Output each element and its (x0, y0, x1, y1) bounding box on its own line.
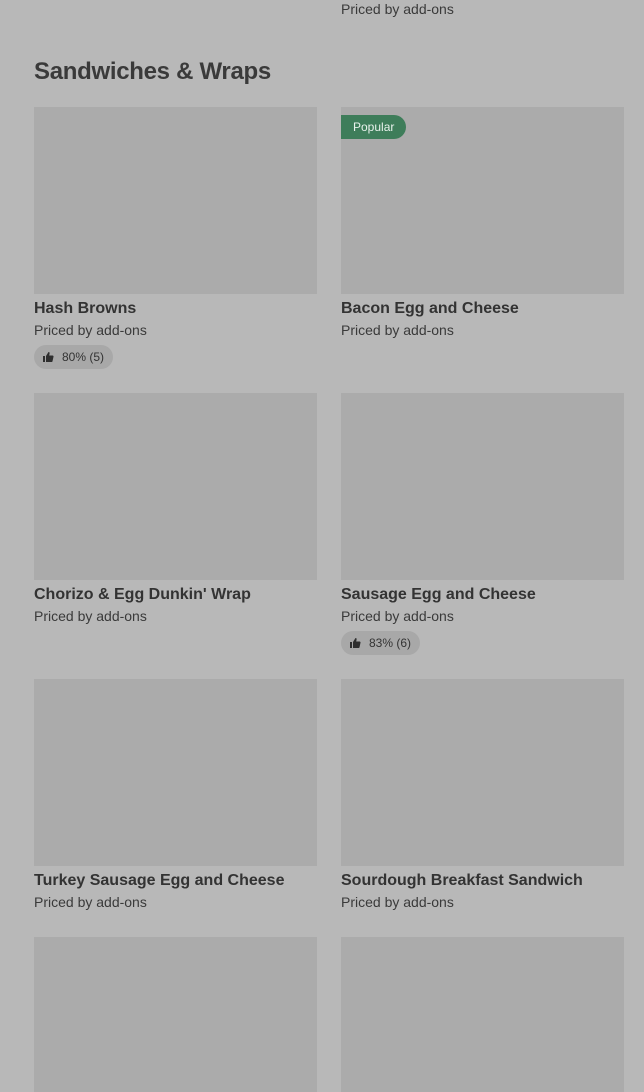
item-name[interactable]: Sourdough Breakfast Sandwich (341, 871, 624, 891)
item-image[interactable] (34, 937, 317, 1092)
menu-item-card[interactable]: Sausage Egg and Cheese Priced by add-ons… (341, 393, 624, 655)
item-image[interactable] (341, 937, 624, 1092)
item-price: Priced by add-ons (341, 894, 454, 910)
item-image[interactable] (34, 679, 317, 866)
menu-item-card[interactable]: Hash Browns Priced by add-ons 80% (5) (34, 107, 317, 369)
item-price: Priced by add-ons (34, 894, 147, 910)
item-image[interactable] (34, 393, 317, 580)
item-name[interactable]: Hash Browns (34, 299, 317, 319)
menu-item-card[interactable] (341, 937, 624, 1092)
menu-item-card[interactable] (34, 937, 317, 1092)
menu-item-card[interactable]: Chorizo & Egg Dunkin' Wrap Priced by add… (34, 393, 317, 625)
item-name[interactable]: Bacon Egg and Cheese (341, 299, 624, 319)
menu-item-card[interactable]: Turkey Sausage Egg and Cheese Priced by … (34, 679, 317, 911)
section-title: Sandwiches & Wraps (34, 58, 271, 85)
menu-page: Priced by add-ons Sandwiches & Wraps Has… (0, 0, 644, 1092)
rating-text: 80% (5) (62, 350, 105, 364)
menu-item-card[interactable]: Sourdough Breakfast Sandwich Priced by a… (341, 679, 624, 911)
rating-badge: 80% (5) (34, 345, 114, 369)
thumbs-up-icon (43, 352, 54, 362)
item-price: Priced by add-ons (34, 322, 147, 338)
item-image[interactable] (34, 107, 317, 294)
item-name[interactable]: Chorizo & Egg Dunkin' Wrap (34, 585, 317, 605)
item-price: Priced by add-ons (34, 608, 147, 624)
item-image[interactable] (341, 393, 624, 580)
rating-badge: 83% (6) (341, 631, 421, 655)
item-image[interactable]: Popular (341, 107, 624, 294)
thumbs-up-icon (350, 638, 361, 648)
rating-text: 83% (6) (369, 636, 412, 650)
popular-badge: Popular (341, 115, 407, 139)
item-name[interactable]: Sausage Egg and Cheese (341, 585, 624, 605)
item-image[interactable] (341, 679, 624, 866)
menu-item-card[interactable]: Popular Bacon Egg and Cheese Priced by a… (341, 107, 624, 339)
item-price: Priced by add-ons (341, 322, 454, 338)
item-name[interactable]: Turkey Sausage Egg and Cheese (34, 871, 317, 891)
item-price: Priced by add-ons (341, 1, 454, 17)
item-price: Priced by add-ons (341, 608, 454, 624)
